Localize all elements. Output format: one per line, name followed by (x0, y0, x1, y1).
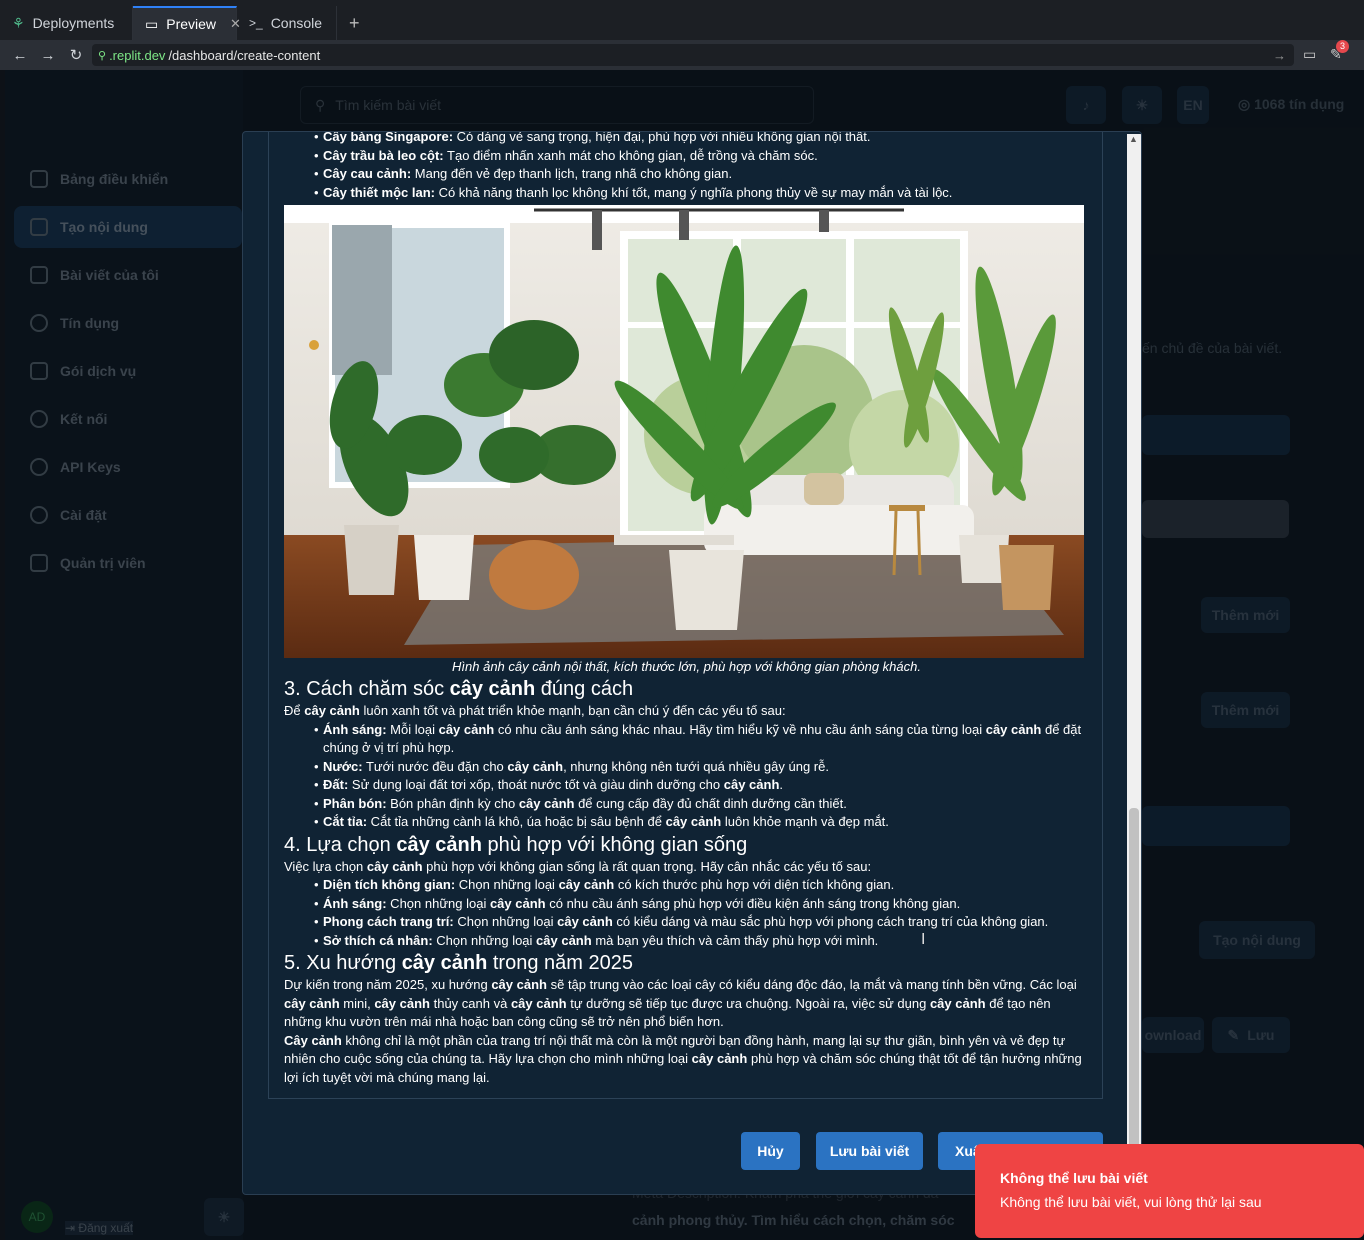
article-preview: Cây bàng Singapore: Có dáng vẻ sang trọn… (268, 132, 1103, 1099)
section-heading-4: 4. Lựa chọn cây cảnh phù hợp với không g… (284, 833, 748, 856)
go-icon[interactable]: → (1273, 48, 1286, 63)
save-article-button[interactable]: Lưu bài viết (816, 1132, 923, 1170)
section-heading-3: 3. Cách chăm sóc cây cảnh đúng cách (284, 678, 634, 700)
list-item: Sở thích cá nhân: Chọn những loại cây cả… (314, 932, 1089, 951)
list-item: Ánh sáng: Chọn những loại cây cảnh có nh… (314, 895, 1089, 914)
paragraph: Việc lựa chọn cây cảnh phù hợp với không… (284, 858, 872, 874)
list-item: Ánh sáng: Mỗi loại cây cảnh có nhu cầu á… (314, 721, 1089, 758)
tab-preview[interactable]: ▭ Preview ✕ (133, 6, 241, 40)
devices-icon[interactable]: ▭ (1303, 46, 1316, 63)
new-tab-button[interactable]: + (337, 6, 372, 40)
link-icon: ⚲ (98, 49, 107, 62)
list-item: Cây cau cảnh: Mang đến vẻ đẹp thanh lịch… (314, 165, 1089, 184)
preview-modal: Cây bàng Singapore: Có dáng vẻ sang trọn… (242, 131, 1142, 1195)
article-image (284, 205, 1084, 658)
section-heading-5: 5. Xu hướng cây cảnh trong năm 2025 (284, 952, 633, 974)
paragraph: Để cây cảnh luôn xanh tốt và phát triển … (284, 703, 786, 718)
care-list: Ánh sáng: Mỗi loại cây cảnh có nhu cầu á… (284, 721, 1089, 832)
notification-badge: 3 (1336, 40, 1349, 53)
list-item: Cắt tỉa: Cắt tỉa những cành lá khô, úa h… (314, 813, 1089, 832)
list-item: Cây bàng Singapore: Có dáng vẻ sang trọn… (314, 132, 1089, 147)
monitor-icon: ▭ (145, 15, 159, 32)
list-item: Phong cách trang trí: Chọn những loại câ… (314, 913, 1089, 932)
url-input[interactable]: ⚲ .replit.dev/dashboard/create-content → (92, 44, 1294, 66)
back-icon[interactable]: ← (6, 47, 34, 64)
paragraph: Dự kiến trong năm 2025, xu hướng cây cản… (284, 977, 1077, 1029)
error-toast: Không thể lưu bài viết Không thể lưu bài… (975, 1144, 1364, 1238)
reload-icon[interactable]: ↻ (62, 46, 90, 64)
list-item: Cây trầu bà leo cột: Tạo điểm nhấn xanh … (314, 147, 1089, 166)
terminal-icon: >_ (249, 16, 263, 30)
tab-deployments[interactable]: ⚘ Deployments (0, 6, 133, 40)
toast-title: Không thể lưu bài viết (1000, 1170, 1148, 1186)
living-room-plants-image (284, 205, 1084, 658)
list-item: Diện tích không gian: Chọn những loại câ… (314, 876, 1089, 895)
toast-message: Không thể lưu bài viết, vui lòng thử lại… (1000, 1194, 1262, 1210)
forward-icon[interactable]: → (34, 47, 62, 64)
text-cursor-icon: I (921, 931, 926, 948)
tab-console[interactable]: >_ Console (237, 6, 337, 40)
image-caption: Hình ảnh cây cảnh nội thất, kích thước l… (452, 659, 921, 674)
paragraph: Cây cảnh không chỉ là một phần của trang… (284, 1032, 1082, 1085)
list-item: Cây thiết mộc lan: Có khả năng thanh lọc… (314, 184, 1089, 203)
cancel-button[interactable]: Hủy (741, 1132, 800, 1170)
browser-tab-bar: ⚘ Deployments ▭ Preview ✕ >_ Console + (0, 0, 1364, 40)
list-item: Đất: Sử dụng loại đất tơi xốp, thoát nướ… (314, 776, 1089, 795)
scroll-up-icon[interactable]: ▲ (1129, 134, 1138, 144)
list-item: Phân bón: Bón phân định kỳ cho cây cảnh … (314, 795, 1089, 814)
scrollbar-thumb[interactable] (1129, 808, 1139, 1158)
list-item: Nước: Tưới nước đều đặn cho cây cảnh, nh… (314, 758, 1089, 777)
plant-list: Cây bàng Singapore: Có dáng vẻ sang trọn… (284, 132, 1089, 202)
deployments-icon: ⚘ (12, 14, 25, 31)
selection-list: Diện tích không gian: Chọn những loại câ… (284, 876, 1089, 950)
address-bar: ← → ↻ ⚲ .replit.dev/dashboard/create-con… (0, 40, 1364, 70)
article-content: Cây bàng Singapore: Có dáng vẻ sang trọn… (284, 132, 1089, 1087)
